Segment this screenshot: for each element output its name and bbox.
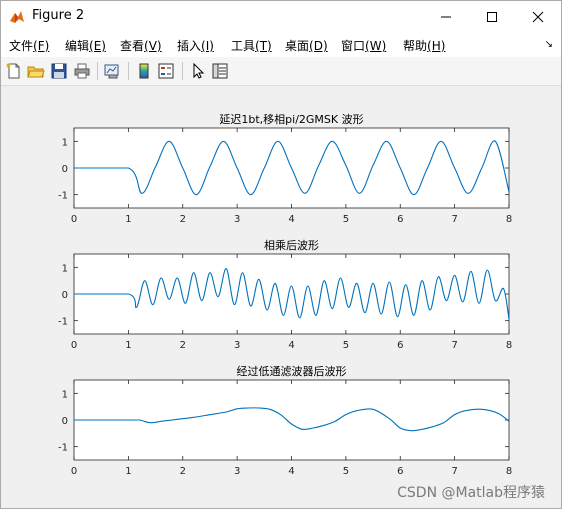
- x-tick-label: 5: [343, 214, 349, 225]
- figure-toolbar: [1, 57, 561, 86]
- insert-colorbar-icon[interactable]: [135, 62, 153, 80]
- x-tick-label: 6: [397, 466, 403, 477]
- x-tick-label: 5: [343, 466, 349, 477]
- menu-help[interactable]: 帮助(H): [403, 37, 445, 54]
- x-tick-label: 8: [506, 214, 512, 225]
- close-icon: [532, 11, 544, 23]
- subplot-3: 经过低通滤波器后波形 0 1 2 3 4 5 6 7 8 -1 0 1: [58, 365, 512, 477]
- y-tick-label: -1: [58, 317, 68, 328]
- axes-title: 相乘后波形: [264, 239, 319, 252]
- x-tick-label: 7: [451, 340, 457, 351]
- x-tick-label: 5: [343, 340, 349, 351]
- plots-svg: 延迟1bt,移相pi/2GMSK 波形 0 1 2 3 4 5 6 7 8 -1 0 1 相乘后波形 0 1 2…: [58, 113, 512, 477]
- menu-file[interactable]: 文件(F): [9, 37, 49, 54]
- new-figure-icon[interactable]: [5, 62, 23, 80]
- x-tick-label: 7: [451, 466, 457, 477]
- save-icon[interactable]: [50, 62, 68, 80]
- menu-tools[interactable]: 工具(T): [231, 37, 272, 54]
- x-tick-label: 8: [506, 340, 512, 351]
- window-title: Figure 2: [32, 8, 85, 23]
- x-tick-label: 4: [288, 214, 294, 225]
- maximize-icon: [487, 12, 497, 22]
- y-tick-label: 0: [62, 290, 68, 301]
- menu-bar: 文件(F) 编辑(E) 查看(V) 插入(I) 工具(T) 桌面(D) 窗口(W…: [1, 33, 561, 57]
- x-tick-label: 3: [234, 340, 240, 351]
- axes-title: 延迟1bt,移相pi/2GMSK 波形: [219, 113, 363, 126]
- x-tick-label: 2: [180, 466, 186, 477]
- y-tick-label: 0: [62, 164, 68, 175]
- open-file-icon[interactable]: [27, 62, 45, 80]
- insert-legend-icon[interactable]: [157, 62, 175, 80]
- subplot-1: 延迟1bt,移相pi/2GMSK 波形 0 1 2 3 4 5 6 7 8 -1 0 1: [58, 113, 512, 225]
- watermark-text: CSDN @Matlab程序猿: [397, 485, 545, 501]
- y-tick-label: 0: [62, 416, 68, 427]
- x-tick-label: 2: [180, 214, 186, 225]
- x-tick-label: 1: [125, 466, 131, 477]
- minimize-icon: [441, 16, 451, 18]
- close-button[interactable]: [515, 1, 561, 33]
- figure-window: Figure 2 文件(F) 编辑(E) 查看(V) 插入(I) 工具(T) 桌…: [0, 0, 562, 509]
- x-tick-label: 3: [234, 214, 240, 225]
- y-tick-label: 1: [62, 389, 68, 400]
- x-tick-label: 6: [397, 214, 403, 225]
- x-tick-label: 0: [71, 214, 77, 225]
- x-tick-label: 1: [125, 214, 131, 225]
- menu-insert[interactable]: 插入(I): [177, 37, 214, 54]
- menu-edit[interactable]: 编辑(E): [65, 37, 106, 54]
- property-inspector-icon[interactable]: [211, 62, 229, 80]
- y-tick-label: 1: [62, 263, 68, 274]
- y-tick-label: 1: [62, 137, 68, 148]
- x-tick-label: 3: [234, 466, 240, 477]
- menu-window[interactable]: 窗口(W): [341, 37, 386, 54]
- x-tick-label: 1: [125, 340, 131, 351]
- toolbar-separator: [97, 62, 98, 80]
- x-tick-label: 8: [506, 466, 512, 477]
- y-tick-label: -1: [58, 191, 68, 202]
- axes-title: 经过低通滤波器后波形: [237, 365, 347, 378]
- x-tick-label: 6: [397, 340, 403, 351]
- figure-canvas: 延迟1bt,移相pi/2GMSK 波形 0 1 2 3 4 5 6 7 8 -1 0 1 相乘后波形 0 1 2…: [3, 87, 559, 508]
- x-tick-label: 4: [288, 340, 294, 351]
- title-bar[interactable]: Figure 2: [1, 1, 561, 33]
- toolbar-separator: [182, 62, 183, 80]
- menu-desktop[interactable]: 桌面(D): [285, 37, 328, 54]
- subplot-2: 相乘后波形 0 1 2 3 4 5 6 7 8 -1 0 1: [58, 239, 512, 351]
- y-tick-label: -1: [58, 443, 68, 454]
- matlab-figure-icon: [10, 11, 24, 23]
- x-tick-label: 7: [451, 214, 457, 225]
- menu-overflow-icon[interactable]: ↘: [545, 39, 553, 50]
- x-tick-label: 4: [288, 466, 294, 477]
- minimize-button[interactable]: [423, 1, 469, 33]
- x-tick-label: 2: [180, 340, 186, 351]
- link-plot-icon[interactable]: [103, 62, 121, 80]
- x-tick-label: 0: [71, 466, 77, 477]
- maximize-button[interactable]: [469, 1, 515, 33]
- x-tick-label: 0: [71, 340, 77, 351]
- toolbar-separator: [128, 62, 129, 80]
- edit-plot-icon[interactable]: [189, 62, 207, 80]
- menu-view[interactable]: 查看(V): [120, 37, 162, 54]
- print-icon[interactable]: [73, 62, 91, 80]
